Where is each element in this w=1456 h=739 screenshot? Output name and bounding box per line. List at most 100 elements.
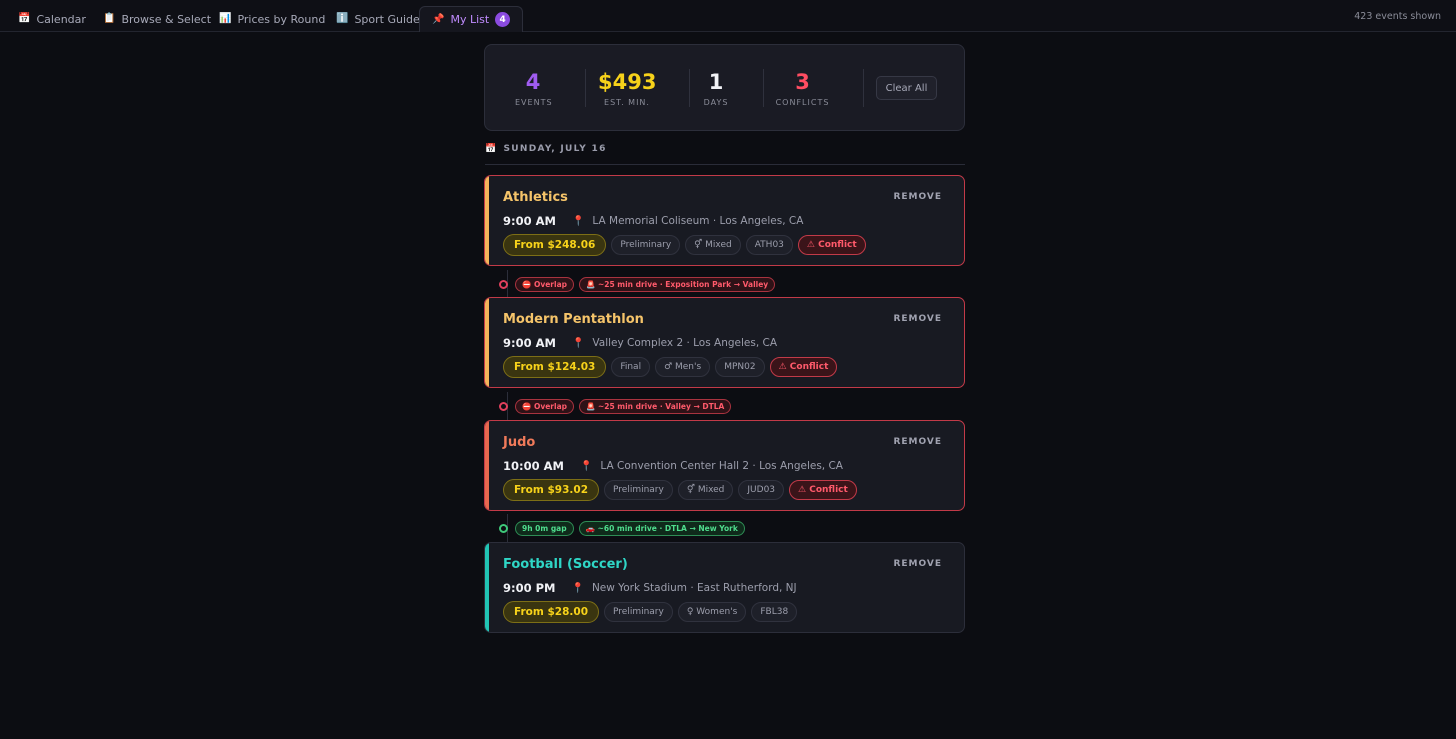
tab-label: Prices by Round	[237, 12, 326, 26]
summary-stats-panel: 4 EVENTS $493 EST. MIN. 1 DAYS 3 CONFLIC…	[484, 44, 965, 131]
stat-conflicts: 3 CONFLICTS	[774, 69, 831, 107]
location-pin-icon: 📍	[579, 460, 593, 472]
stat-est-min: $493 EST. MIN.	[598, 69, 656, 107]
event-time-venue: 10:00 AM 📍 LA Convention Center Hall 2 ·…	[503, 459, 843, 473]
tab-prices-by-round[interactable]: 📊 Prices by Round	[219, 6, 325, 32]
round-chip: Preliminary	[611, 235, 681, 255]
overlap-badge: ⛔ Overlap	[515, 277, 574, 292]
event-card: Football (Soccer) REMOVE 9:00 PM 📍 New Y…	[484, 542, 965, 633]
day-header: 📅 SUNDAY, JULY 16	[485, 144, 965, 165]
event-title: Football (Soccer)	[503, 557, 628, 572]
tab-label: Sport Guide	[354, 12, 420, 26]
location-pin-icon: 📍	[571, 582, 584, 594]
price-badge: From $93.02	[503, 479, 600, 501]
event-time-venue: 9:00 AM 📍 Valley Complex 2 · Los Angeles…	[503, 336, 777, 350]
event-tags: From $248.06 Preliminary ⚥ Mixed ATH03 ⚠…	[503, 234, 866, 256]
stat-events-value: 4	[525, 70, 541, 94]
tab-label: Browse & Select	[121, 12, 212, 26]
conflict-badge: ⚠ Conflict	[797, 235, 866, 255]
clipboard-icon: 📋	[103, 13, 116, 24]
gender-chip: ♂ Men's	[655, 357, 711, 377]
divider	[863, 69, 864, 107]
day-label: SUNDAY, JULY 16	[503, 144, 607, 154]
pushpin-icon: 📌	[432, 13, 445, 25]
info-icon: ℹ️	[336, 13, 349, 24]
tab-sport-guide[interactable]: ℹ️ Sport Guide	[336, 6, 420, 32]
event-tags: From $28.00 Preliminary ♀ Women's FBL38	[503, 601, 798, 623]
event-title: Athletics	[503, 190, 568, 205]
travel-badge: 🚨 ~25 min drive · Valley → DTLA	[579, 399, 732, 414]
event-time: 9:00 PM	[503, 581, 556, 595]
stat-events-label: EVENTS	[515, 98, 553, 107]
stat-est-min-label: EST. MIN.	[604, 98, 650, 107]
timeline-dot	[499, 402, 508, 411]
event-card: Athletics REMOVE 9:00 AM 📍 LA Memorial C…	[484, 175, 965, 266]
event-tags: From $124.03 Final ♂ Men's MPN02 ⚠ Confl…	[503, 356, 838, 378]
tab-browse-select[interactable]: 📋 Browse & Select	[103, 6, 211, 32]
event-card: Modern Pentathlon REMOVE 9:00 AM 📍 Valle…	[484, 297, 965, 388]
event-time-venue: 9:00 AM 📍 LA Memorial Coliseum · Los Ang…	[503, 214, 803, 228]
event-time: 9:00 AM	[503, 336, 556, 350]
event-title: Judo	[503, 435, 536, 450]
event-time-venue: 9:00 PM 📍 New York Stadium · East Ruther…	[503, 581, 797, 595]
remove-button[interactable]: REMOVE	[893, 437, 942, 447]
divider	[689, 69, 690, 107]
conflict-badge: ⚠ Conflict	[769, 357, 838, 377]
stat-est-min-value: $493	[598, 70, 657, 94]
location-pin-icon: 📍	[571, 215, 585, 227]
bar-chart-icon: 📊	[219, 13, 232, 24]
remove-button[interactable]: REMOVE	[893, 314, 942, 324]
stat-days-label: DAYS	[703, 98, 729, 107]
top-tab-bar: 📅 Calendar 📋 Browse & Select 📊 Prices by…	[0, 0, 1456, 32]
timeline-dot	[499, 280, 508, 289]
stat-events: 4 EVENTS	[515, 69, 553, 107]
event-venue: Valley Complex 2 · Los Angeles, CA	[592, 337, 778, 349]
event-code-chip: FBL38	[751, 602, 798, 622]
tab-calendar[interactable]: 📅 Calendar	[18, 6, 86, 32]
stat-conflicts-value: 3	[795, 70, 810, 94]
divider	[585, 69, 586, 107]
tab-label: My List	[450, 13, 490, 26]
calendar-icon: 📅	[18, 13, 31, 24]
my-list-count-badge: 4	[495, 12, 511, 27]
sport-color-stripe	[485, 298, 489, 387]
sport-color-stripe	[485, 176, 489, 265]
stat-days: 1 DAYS	[701, 69, 731, 107]
event-code-chip: JUD03	[738, 480, 785, 500]
round-chip: Final	[611, 357, 651, 377]
overlap-badge: ⛔ Overlap	[515, 399, 574, 414]
event-code-chip: ATH03	[745, 235, 793, 255]
tab-label: Calendar	[36, 12, 86, 26]
price-badge: From $124.03	[503, 356, 607, 378]
gap-badge: 9h 0m gap	[515, 521, 574, 536]
price-badge: From $28.00	[503, 601, 600, 623]
event-time: 9:00 AM	[503, 214, 556, 228]
gender-chip: ♀ Women's	[677, 602, 747, 622]
event-code-chip: MPN02	[715, 357, 765, 377]
event-card: Judo REMOVE 10:00 AM 📍 LA Convention Cen…	[484, 420, 965, 511]
event-tags: From $93.02 Preliminary ⚥ Mixed JUD03 ⚠ …	[503, 479, 857, 501]
tab-my-list[interactable]: 📌 My List 4	[419, 6, 524, 32]
round-chip: Preliminary	[604, 602, 673, 622]
timeline-dot	[499, 524, 508, 533]
round-chip: Preliminary	[604, 480, 673, 500]
event-time: 10:00 AM	[503, 459, 564, 473]
conflict-badge: ⚠ Conflict	[789, 480, 857, 500]
sport-color-stripe	[485, 421, 489, 510]
gender-chip: ⚥ Mixed	[685, 235, 741, 255]
gender-chip: ⚥ Mixed	[677, 480, 734, 500]
sport-color-stripe	[485, 543, 489, 632]
events-shown-count: 423 events shown	[1354, 11, 1441, 22]
price-badge: From $248.06	[503, 234, 607, 256]
stat-conflicts-label: CONFLICTS	[775, 98, 830, 107]
event-venue: New York Stadium · East Rutherford, NJ	[591, 582, 797, 594]
remove-button[interactable]: REMOVE	[893, 192, 942, 202]
event-title: Modern Pentathlon	[503, 312, 644, 327]
stat-days-value: 1	[708, 70, 724, 94]
divider	[763, 69, 764, 107]
remove-button[interactable]: REMOVE	[893, 559, 942, 569]
calendar-icon: 📅	[485, 144, 498, 154]
clear-all-button[interactable]: Clear All	[876, 76, 937, 100]
travel-badge: 🚨 ~25 min drive · Exposition Park → Vall…	[579, 277, 776, 292]
event-venue: LA Convention Center Hall 2 · Los Angele…	[600, 460, 843, 472]
